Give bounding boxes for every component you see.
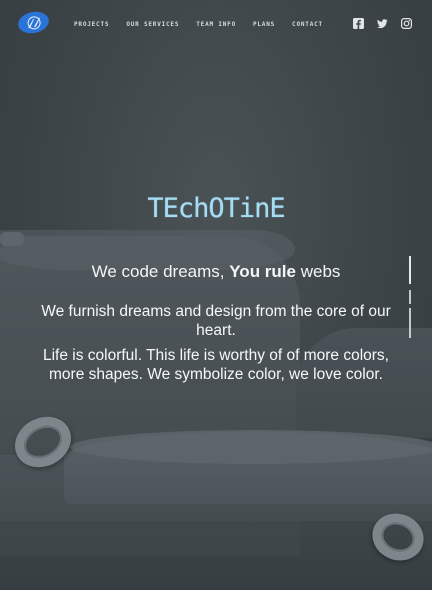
nav-link-contact[interactable]: CONTACT [292,21,323,28]
background-cap [0,232,24,246]
twitter-icon[interactable] [377,18,388,29]
nav-link-projects[interactable]: PROJECTS [74,21,109,28]
nav-link-plans[interactable]: PLANS [253,21,275,28]
social-links [353,18,412,29]
tagline-prefix: We code dreams, [91,262,230,281]
facebook-icon[interactable] [353,18,364,29]
tagline-bold: You rule [229,262,296,281]
ring-decoration [6,407,80,477]
slide-indicator-item[interactable] [409,308,411,338]
nav-link-team-info[interactable]: TEAM INFO [196,21,236,28]
background-block-left [0,236,300,556]
brand-title: TEchOTinE [147,193,285,224]
tagline: We code dreams, You rule webs [0,262,432,282]
slide-indicator-active[interactable] [409,256,411,284]
logo[interactable] [16,9,51,36]
slide-indicator-item[interactable] [409,290,411,304]
navbar: PROJECTS OUR SERVICES TEAM INFO PLANS CO… [0,0,432,48]
background-base [0,455,432,521]
ring-decoration [365,505,431,569]
floor [0,505,432,590]
background-scene [0,0,432,590]
hero-paragraph: Life is colorful. This life is worthy of… [42,347,389,383]
podium [64,432,432,504]
hero-paragraph: We furnish dreams and design from the co… [41,303,391,339]
nav-link-our-services[interactable]: OUR SERVICES [126,21,179,28]
instagram-icon[interactable] [401,18,412,29]
logo-icon [27,16,40,29]
tagline-suffix: webs [295,262,341,281]
nav-links: PROJECTS OUR SERVICES TEAM INFO PLANS CO… [74,21,340,28]
podium-top [70,430,432,464]
